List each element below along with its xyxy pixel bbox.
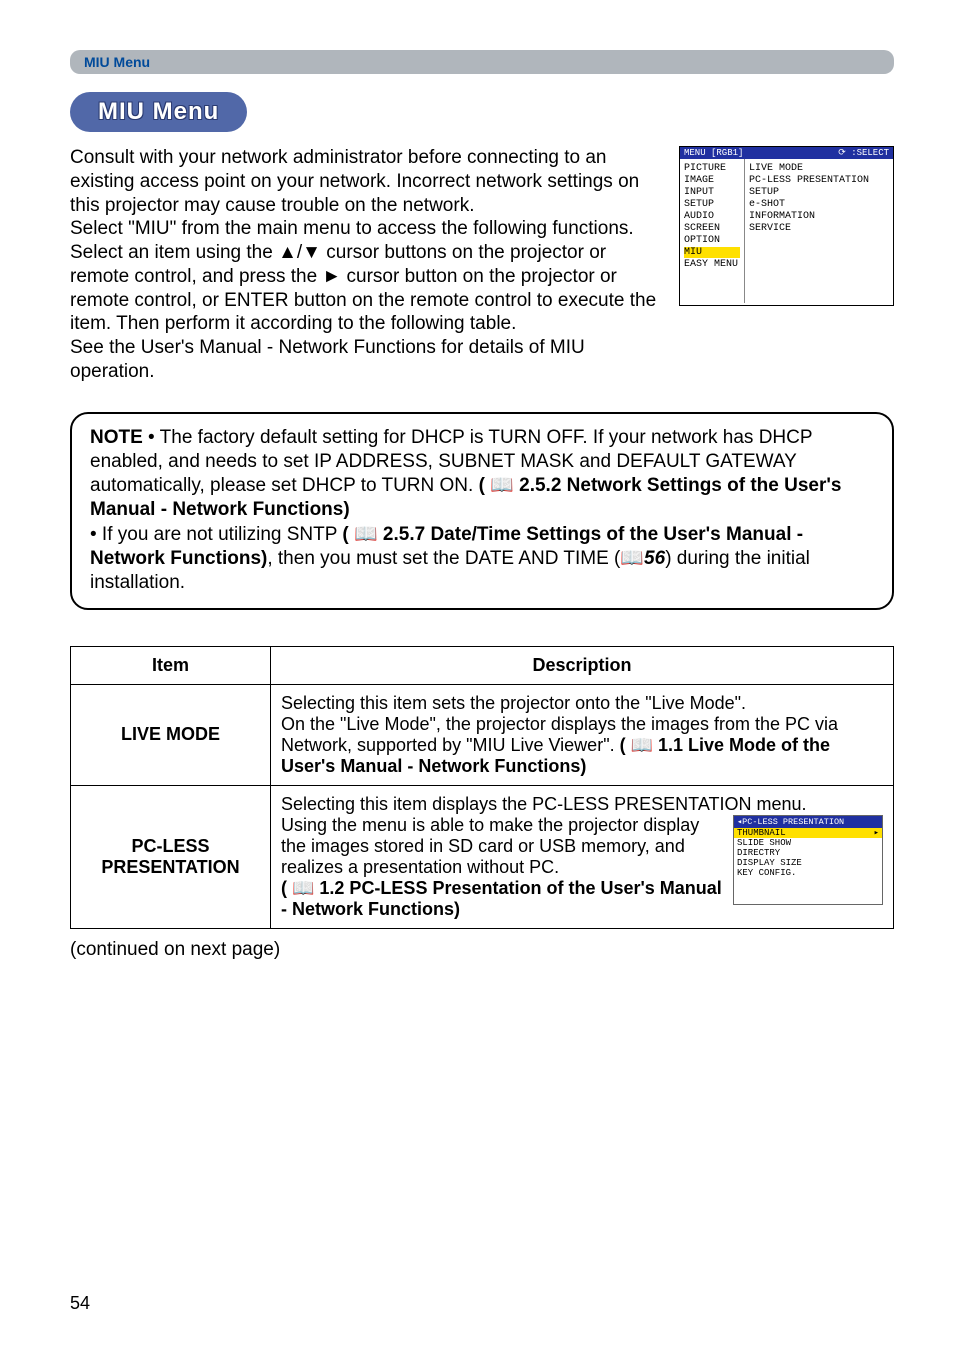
menu-left-item: EASY MENU (684, 259, 740, 270)
table-item-name: PC-LESS PRESENTATION (71, 785, 271, 928)
menu-left-item: OPTION (684, 235, 740, 246)
menu-right-item: SERVICE (749, 223, 889, 234)
note-text-3: , then you must set the DATE AND TIME (📖 (267, 548, 644, 569)
desc-text: Using the menu is able to make the proje… (281, 815, 699, 877)
menu-right-item: LIVE MODE (749, 163, 889, 174)
table-row: PC-LESS PRESENTATION Selecting this item… (71, 785, 894, 928)
menu-screenshot: MENU [RGB1] ⟳ :SELECT PICTURE IMAGE INPU… (679, 146, 894, 306)
intro-p1: Consult with your network administrator … (70, 147, 639, 216)
table-header-row: Item Description (71, 646, 894, 684)
menu-left-item: PICTURE (684, 163, 740, 174)
menu-screenshot-title-bar: MENU [RGB1] ⟳ :SELECT (680, 147, 893, 159)
table-item-name: LIVE MODE (71, 684, 271, 785)
submenu-item: DISPLAY SIZE (734, 858, 882, 868)
continued-text: (continued on next page) (70, 939, 894, 961)
note-label: NOTE (90, 427, 143, 448)
intro-p4: See the User's Manual - Network Function… (70, 337, 585, 382)
menu-left-item-highlighted: MIU (684, 247, 740, 258)
note-text-2: • If you are not utilizing SNTP (90, 524, 342, 545)
intro-row: Consult with your network administrator … (70, 146, 894, 384)
table-header-item: Item (71, 646, 271, 684)
desc-ref: ( 📖 1.2 PC-LESS Presentation of the User… (281, 878, 722, 919)
menu-left-item: SCREEN (684, 223, 740, 234)
table-item-desc: Selecting this item displays the PC-LESS… (271, 785, 894, 928)
submenu-item: DIRECTRY (734, 848, 882, 858)
note-ref-3-page: 56 (644, 548, 665, 569)
table-row: LIVE MODE Selecting this item sets the p… (71, 684, 894, 785)
arrow-right: ► (322, 266, 341, 287)
intro-p2: Select "MIU" from the main menu to acces… (70, 218, 634, 239)
arrows-updown: ▲/▼ (278, 242, 321, 263)
page-title: MIU Menu (70, 92, 247, 132)
submenu-item: KEY CONFIG. (734, 868, 882, 878)
menu-left-item: INPUT (684, 187, 740, 198)
submenu-highlight: THUMBNAIL▸ (734, 828, 882, 838)
submenu-screenshot: ◂PC-LESS PRESENTATION THUMBNAIL▸ SLIDE S… (733, 815, 883, 905)
desc-line1: Selecting this item displays the PC-LESS… (281, 794, 883, 815)
submenu-item: SLIDE SHOW (734, 838, 882, 848)
section-header-bar: MIU Menu (70, 50, 894, 74)
table-header-desc: Description (271, 646, 894, 684)
menu-right-item: SETUP (749, 187, 889, 198)
intro-text: Consult with your network administrator … (70, 146, 663, 384)
submenu-header: ◂PC-LESS PRESENTATION (734, 816, 882, 828)
menu-screenshot-left-col: PICTURE IMAGE INPUT SETUP AUDIO SCREEN O… (680, 159, 745, 303)
note-box: NOTE • The factory default setting for D… (70, 412, 894, 610)
menu-left-item: IMAGE (684, 175, 740, 186)
menu-right-item: PC-LESS PRESENTATION (749, 175, 889, 186)
intro-p3a: Select an item using the (70, 242, 278, 263)
menu-screenshot-title-right: ⟳ :SELECT (838, 148, 889, 158)
menu-right-item: e-SHOT (749, 199, 889, 210)
menu-screenshot-right-col: LIVE MODE PC-LESS PRESENTATION SETUP e-S… (745, 159, 893, 303)
menu-left-item: AUDIO (684, 211, 740, 222)
menu-right-item: INFORMATION (749, 211, 889, 222)
table-item-desc: Selecting this item sets the projector o… (271, 684, 894, 785)
menu-screenshot-title-left: MENU [RGB1] (684, 148, 743, 158)
page-number: 54 (70, 1293, 90, 1314)
menu-left-item: SETUP (684, 199, 740, 210)
items-table: Item Description LIVE MODE Selecting thi… (70, 646, 894, 929)
